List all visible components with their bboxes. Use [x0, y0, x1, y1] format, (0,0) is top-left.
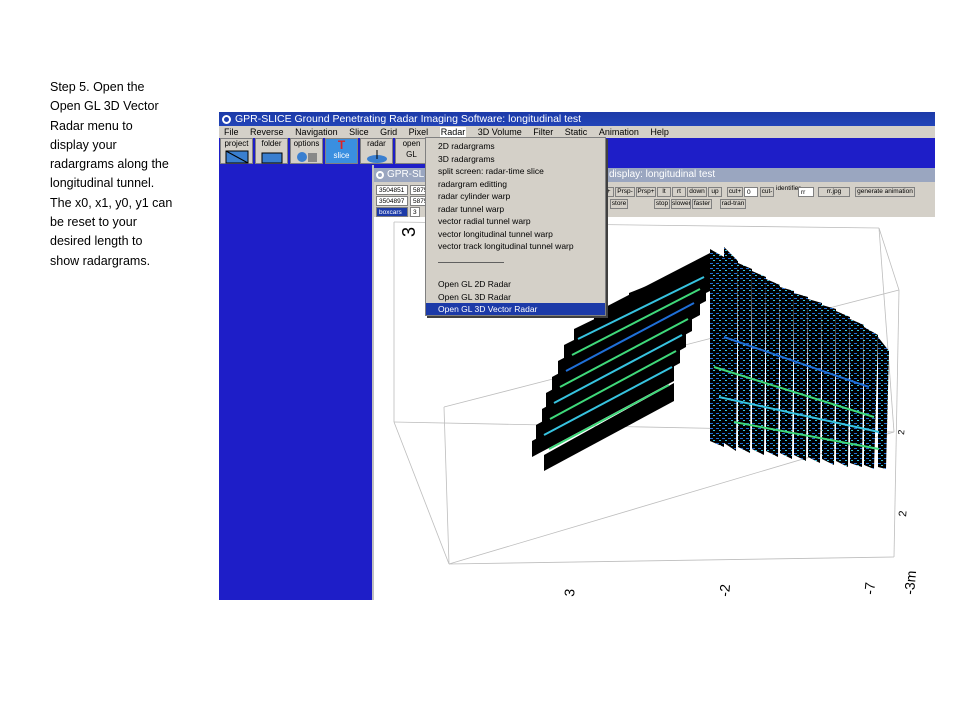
project-label: project: [224, 139, 249, 148]
menu-slice[interactable]: Slice: [349, 127, 369, 137]
menu-help[interactable]: Help: [650, 127, 669, 137]
axis-label-minus7: -7: [861, 581, 878, 595]
prsp-minus-button[interactable]: Prsp-: [615, 187, 635, 197]
slice-label: slice: [333, 151, 350, 160]
generate-animation-button[interactable]: generate animation: [855, 187, 915, 197]
caption-line: Radar menu to: [50, 118, 133, 133]
cut-plus-button[interactable]: cut+: [727, 187, 743, 197]
subwindow-title-right: display: longitudinal test: [609, 169, 716, 180]
faster-button[interactable]: faster: [692, 199, 712, 209]
axis-label-minus3m: -3m: [901, 570, 919, 595]
menu-static[interactable]: Static: [565, 127, 588, 137]
store-button[interactable]: store: [610, 199, 628, 209]
menu-item-radar-tunnel-warp[interactable]: radar tunnel warp: [426, 203, 605, 215]
slower-button[interactable]: slower: [671, 199, 691, 209]
open-gl-button[interactable]: open GL: [395, 138, 428, 164]
menu-item-open-gl-2d-radar[interactable]: Open GL 2D Radar: [426, 278, 605, 290]
identifier-label: identifier: [776, 185, 801, 192]
project-button[interactable]: project: [220, 138, 253, 164]
folder-label: folder: [261, 139, 282, 148]
smoothing-select[interactable]: boxcars: [376, 207, 408, 217]
jpg-button[interactable]: rr.jpg: [818, 187, 850, 197]
axis-label-minus2: -2: [716, 583, 733, 597]
left-button[interactable]: lt: [657, 187, 671, 197]
menu-item-radargram-editting[interactable]: radargram editting: [426, 178, 605, 190]
menu-item-3d-radargrams[interactable]: 3D radargrams: [426, 153, 605, 165]
options-button[interactable]: options: [290, 138, 323, 164]
gl-label: GL: [406, 150, 417, 159]
axis-label-3-left: 3: [399, 227, 419, 237]
radar-label: radar: [367, 139, 386, 148]
identifier-field[interactable]: rr: [798, 187, 814, 197]
left-panel: [219, 165, 374, 600]
app-title-bar: GPR-SLICE Ground Penetrating Radar Imagi…: [219, 112, 935, 126]
axis-label-3: 3: [561, 588, 578, 597]
down-button[interactable]: down: [687, 187, 707, 197]
x1-field[interactable]: 3504897: [376, 196, 408, 206]
menu-item-split-screen[interactable]: split screen: radar-time slice: [426, 165, 605, 177]
cut-minus-button[interactable]: cut-: [760, 187, 774, 197]
radar-icon: [366, 150, 387, 163]
subwindow-title-left: GPR-SLI: [387, 169, 428, 180]
menu-item-open-gl-3d-vector-radar[interactable]: Open GL 3D Vector Radar: [426, 303, 605, 315]
options-icon: [296, 152, 317, 162]
radar-button[interactable]: radar: [360, 138, 393, 164]
up-button[interactable]: up: [708, 187, 722, 197]
menu-item-open-gl-3d-radar[interactable]: Open GL 3D Radar: [426, 291, 605, 303]
caption-line: display your: [50, 137, 117, 152]
menu-item-vector-track-longitudinal-tunnel-warp[interactable]: vector track longitudinal tunnel warp: [426, 240, 605, 252]
open-label: open: [402, 139, 421, 148]
menu-item-vector-longitudinal-tunnel-warp[interactable]: vector longitudinal tunnel warp: [426, 228, 605, 240]
x0-field[interactable]: 3504851: [376, 185, 408, 195]
caption-line: radargrams along the: [50, 157, 169, 172]
slice-button[interactable]: T slice: [325, 138, 358, 164]
caption-line: Open GL 3D Vector: [50, 99, 159, 114]
smoothing-value[interactable]: 3: [410, 207, 420, 217]
stop-button[interactable]: stop: [654, 199, 670, 209]
project-icon: [225, 150, 248, 164]
menu-file[interactable]: File: [224, 127, 239, 137]
right-button[interactable]: rt: [672, 187, 686, 197]
caption-line: show radargrams.: [50, 253, 151, 268]
menu-reverse[interactable]: Reverse: [250, 127, 284, 137]
caption-line: The x0, x1, y0, y1 can: [50, 195, 173, 210]
radar-menu-dropdown: 2D radargrams 3D radargrams split screen…: [425, 137, 606, 316]
subwindow-icon: [376, 171, 384, 179]
prsp-plus-button[interactable]: Prsp+: [636, 187, 656, 197]
menu-item-radar-cylinder-warp[interactable]: radar cylinder warp: [426, 190, 605, 202]
app-title: GPR-SLICE Ground Penetrating Radar Imagi…: [235, 113, 582, 125]
axis-label-2-upper: 2: [896, 429, 906, 435]
options-label: options: [293, 139, 320, 148]
cut-value-field[interactable]: 0: [744, 187, 758, 197]
caption-line: be reset to your: [50, 215, 137, 230]
menu-animation[interactable]: Animation: [599, 127, 639, 137]
menu-radar[interactable]: Radar: [439, 127, 467, 137]
caption-line: Step 5. Open the: [50, 80, 145, 94]
rad-tran-button[interactable]: rad-tran: [720, 199, 746, 209]
menu-grid[interactable]: Grid: [380, 127, 397, 137]
menu-separator: [438, 262, 504, 263]
caption-line: desired length to: [50, 234, 143, 249]
folder-button[interactable]: folder: [255, 138, 288, 164]
menu-pixel[interactable]: Pixel: [409, 127, 429, 137]
app-icon: [222, 115, 231, 124]
axis-label-2-lower: 2: [897, 510, 909, 517]
menu-item-2d-radargrams[interactable]: 2D radargrams: [426, 140, 605, 152]
menu-navigation[interactable]: Navigation: [295, 127, 338, 137]
folder-icon: [261, 152, 282, 164]
slice-t-label: T: [337, 138, 346, 152]
caption-line: longitudinal tunnel.: [50, 176, 155, 191]
menu-filter[interactable]: Filter: [533, 127, 553, 137]
instruction-caption: Step 5. Open the Open GL 3D Vector Radar…: [50, 78, 198, 271]
menu-3d-volume[interactable]: 3D Volume: [478, 127, 522, 137]
menu-item-vector-radial-tunnel-warp[interactable]: vector radial tunnel warp: [426, 215, 605, 227]
